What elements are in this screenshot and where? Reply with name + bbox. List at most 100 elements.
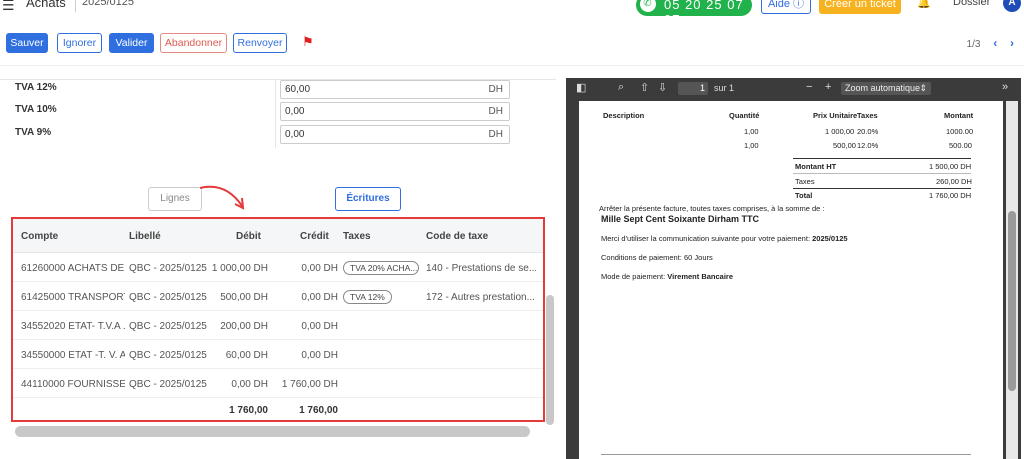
pdf-col-description: Description xyxy=(603,111,645,120)
cell-debit: 200,00 DH xyxy=(220,321,268,332)
table-row[interactable]: 61260000 ACHATS DE T... QBC - 2025/0125 … xyxy=(13,253,543,282)
chevron-left-icon[interactable]: ‹ xyxy=(993,36,997,50)
pdf-page: Description Quantité Prix Unitaire Taxes… xyxy=(579,101,1003,459)
table-header: Compte Libellé Débit Crédit Taxes Code d… xyxy=(13,219,543,253)
pdf-total-label: Taxes xyxy=(795,177,815,186)
chevron-right-icon[interactable]: › xyxy=(1010,36,1014,50)
pdf-toolbar: ◧ ⌕ ⇧ ⇩ 1 sur 1 − + Zoom automatique ⇕ » xyxy=(566,78,1021,98)
tva-10-value: 0,00 xyxy=(285,106,305,117)
validate-button[interactable]: Valider xyxy=(109,33,154,53)
cell-credit: 0,00 DH xyxy=(301,263,338,274)
tva-10-label: TVA 10% xyxy=(15,104,57,115)
table-row[interactable]: 44110000 FOURNISSEUR... QBC - 2025/0125 … xyxy=(13,369,543,398)
toolbar-divider xyxy=(0,65,1024,66)
abandon-button[interactable]: Abandonner xyxy=(160,33,227,53)
table-row[interactable]: 61425000 TRANSPORTS... QBC - 2025/0125 5… xyxy=(13,282,543,311)
col-compte: Compte xyxy=(21,231,59,242)
cell-code-taxe: 140 - Prestations de se... xyxy=(426,263,536,274)
cell-credit: 0,00 DH xyxy=(301,350,338,361)
cell-credit: 1 760,00 DH xyxy=(281,379,338,390)
pdf-col-prix: Prix Unitaire xyxy=(813,111,858,120)
pdf-merci-text: Merci d'utiliser la communication suivan… xyxy=(601,234,848,243)
arrow-down-icon[interactable]: ⇩ xyxy=(658,81,667,94)
arrow-up-icon[interactable]: ⇧ xyxy=(640,81,649,94)
cell-credit: 0,00 DH xyxy=(301,292,338,303)
tva-9-input[interactable]: 0,00 DH xyxy=(280,125,510,144)
document-reference: 2025/0125 xyxy=(82,0,134,8)
header-divider xyxy=(75,0,76,12)
pager-count: 1/3 xyxy=(966,39,981,50)
tab-lignes[interactable]: Lignes xyxy=(148,187,202,211)
tva-9-value: 0,00 xyxy=(285,129,305,140)
cell-compte: 61425000 TRANSPORTS... xyxy=(21,292,125,303)
page-count: sur 1 xyxy=(714,83,735,93)
cell-debit: 1 000,00 DH xyxy=(211,263,268,274)
cell-compte: 44110000 FOURNISSEUR... xyxy=(21,379,125,390)
vertical-scrollbar[interactable] xyxy=(546,295,554,425)
help-button[interactable]: Aide ⓘ xyxy=(761,0,811,14)
pdf-totals-rule xyxy=(793,173,971,174)
sidebar-toggle-icon[interactable]: ◧ xyxy=(576,81,586,94)
hamburger-menu-icon[interactable]: ☰ xyxy=(2,0,15,14)
pdf-line-amount: 500.00 xyxy=(949,141,972,150)
col-credit: Crédit xyxy=(300,231,329,242)
chevron-down-icon: ⇕ xyxy=(919,83,927,93)
accounting-entries-table: Compte Libellé Débit Crédit Taxes Code d… xyxy=(11,217,545,422)
app-title: Achats xyxy=(26,0,66,10)
table-row[interactable]: 34552020 ETAT- T.V.A ... QBC - 2025/0125… xyxy=(13,311,543,340)
pdf-total-label: Montant HT xyxy=(795,162,837,171)
pdf-merci-ref: 2025/0125 xyxy=(812,234,848,243)
dossier-menu[interactable]: Dossier xyxy=(953,0,990,8)
pdf-col-taxes: Taxes xyxy=(857,111,878,120)
pdf-line-tax: 12.0% xyxy=(857,141,879,150)
pdf-viewer: ◧ ⌕ ⇧ ⇩ 1 sur 1 − + Zoom automatique ⇕ »… xyxy=(566,78,1021,459)
pdf-col-montant: Montant xyxy=(944,111,974,120)
pdf-mode-text: Mode de paiement: Virement Bancaire xyxy=(601,272,733,281)
table-row[interactable]: 34550000 ETAT -T. V. A... QBC - 2025/012… xyxy=(13,340,543,369)
zoom-in-icon[interactable]: + xyxy=(825,81,831,93)
pdf-total-value: 260,00 DH xyxy=(936,177,972,186)
col-libelle: Libellé xyxy=(129,231,161,242)
cell-credit: 0,00 DH xyxy=(301,321,338,332)
pdf-scroll-thumb[interactable] xyxy=(1008,211,1016,391)
cell-libelle: QBC - 2025/0125 xyxy=(129,379,207,390)
pdf-line-price: 1 000,00 xyxy=(825,127,855,136)
tva-12-input[interactable]: 60,00 DH xyxy=(280,80,510,99)
create-ticket-button[interactable]: Créer un ticket xyxy=(819,0,901,14)
tva-9-label: TVA 9% xyxy=(15,127,52,138)
resend-button[interactable]: Renvoyer xyxy=(233,33,287,53)
page-number-input[interactable]: 1 xyxy=(678,82,708,95)
ignore-button[interactable]: Ignorer xyxy=(57,33,102,53)
zoom-out-icon[interactable]: − xyxy=(806,81,812,93)
avatar[interactable]: A xyxy=(1003,0,1021,12)
pdf-total-value: 1 760,00 DH xyxy=(929,191,972,200)
search-icon[interactable]: ⌕ xyxy=(618,81,624,94)
annotation-arrow xyxy=(199,185,245,210)
totals-row: 1 760,00 1 760,00 xyxy=(13,398,543,420)
cell-code-taxe: 172 - Autres prestation... xyxy=(426,292,535,303)
cell-libelle: QBC - 2025/0125 xyxy=(129,321,207,332)
pdf-mode-value: Virement Bancaire xyxy=(667,272,734,281)
pdf-mode-prefix: Mode de paiement: xyxy=(601,272,668,281)
pdf-vertical-scrollbar[interactable] xyxy=(1006,101,1018,459)
tab-ecritures[interactable]: Écritures xyxy=(335,187,401,211)
more-tools-icon[interactable]: » xyxy=(1002,81,1008,93)
col-debit: Débit xyxy=(236,231,261,242)
zoom-select[interactable]: Zoom automatique ⇕ xyxy=(841,82,931,95)
cell-libelle: QBC - 2025/0125 xyxy=(129,350,207,361)
tva-12-unit: DH xyxy=(488,84,503,95)
cell-compte: 34552020 ETAT- T.V.A ... xyxy=(21,321,125,332)
save-button[interactable]: Sauver xyxy=(6,33,48,53)
bell-icon[interactable]: 🔔 xyxy=(917,0,931,9)
pdf-line-tax: 20.0% xyxy=(857,127,879,136)
flag-icon[interactable]: ⚑ xyxy=(302,34,314,50)
phone-support-button[interactable]: ✆ 05 20 25 07 07 xyxy=(636,0,752,27)
record-pager: 1/3 ‹ › xyxy=(967,36,1014,50)
pdf-totals-rule xyxy=(793,158,971,159)
horizontal-scrollbar[interactable] xyxy=(15,426,530,437)
tva-10-input[interactable]: 0,00 DH xyxy=(280,102,510,121)
pdf-line-qty: 1,00 xyxy=(744,127,759,136)
cell-compte: 61260000 ACHATS DE T... xyxy=(21,263,125,274)
pdf-line-qty: 1,00 xyxy=(744,141,759,150)
pdf-line-price: 500,00 xyxy=(833,141,856,150)
